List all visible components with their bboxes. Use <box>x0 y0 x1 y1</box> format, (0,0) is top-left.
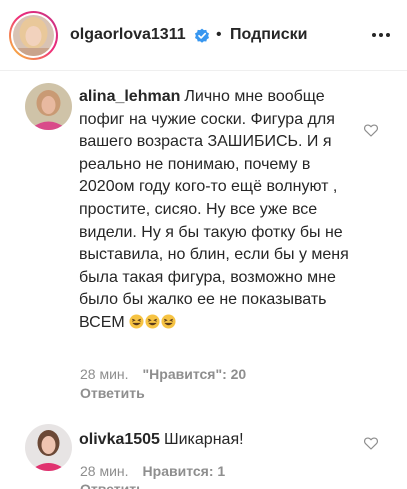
comment-meta: 28 мин. "Нравится": 20 <box>80 365 246 383</box>
more-options-icon[interactable] <box>370 26 392 44</box>
comment-avatar[interactable] <box>25 424 72 471</box>
comment-text-block: olivka1505 Шикарная! <box>79 429 359 452</box>
header-avatar[interactable] <box>13 15 54 56</box>
comment-likes-button[interactable]: "Нравится": 20 <box>143 366 247 382</box>
reply-button[interactable]: Ответить <box>80 384 145 402</box>
comment-time: 28 мин. <box>80 366 129 382</box>
comment-time: 28 мин. <box>80 463 129 479</box>
verified-badge-icon <box>195 28 209 43</box>
header-avatar-ring[interactable] <box>9 11 58 60</box>
comment-text: Шикарная! <box>163 431 244 448</box>
heart-icon[interactable] <box>364 124 378 137</box>
post-header: olgaorlova1311 • Подписки <box>0 0 407 71</box>
comment-text: Лично мне вообще пофиг на чужие соски. Ф… <box>79 88 349 331</box>
grinning-squint-emoji-icon <box>161 314 176 329</box>
comment-text-block: alina_lehman Лично мне вообще пофиг на чу… <box>79 86 359 335</box>
instagram-comments-screen: olgaorlova1311 • Подписки alina_lehman Ли… <box>0 0 407 489</box>
grinning-squint-emoji-icon <box>145 314 160 329</box>
comment-avatar[interactable] <box>25 83 72 130</box>
emoji-group <box>129 314 177 331</box>
reply-button[interactable]: Ответить <box>80 480 145 489</box>
grinning-squint-emoji-icon <box>129 314 144 329</box>
comment-meta: 28 мин. Нравится: 1 <box>80 462 225 480</box>
comment-username[interactable]: olivka1505 <box>79 431 160 448</box>
header-separator: • <box>216 26 222 43</box>
heart-icon[interactable] <box>364 437 378 450</box>
header-username[interactable]: olgaorlova1311 <box>70 24 186 46</box>
following-button[interactable]: Подписки <box>230 24 307 46</box>
comment-likes-button[interactable]: Нравится: 1 <box>143 463 226 479</box>
comment-username[interactable]: alina_lehman <box>79 88 180 105</box>
